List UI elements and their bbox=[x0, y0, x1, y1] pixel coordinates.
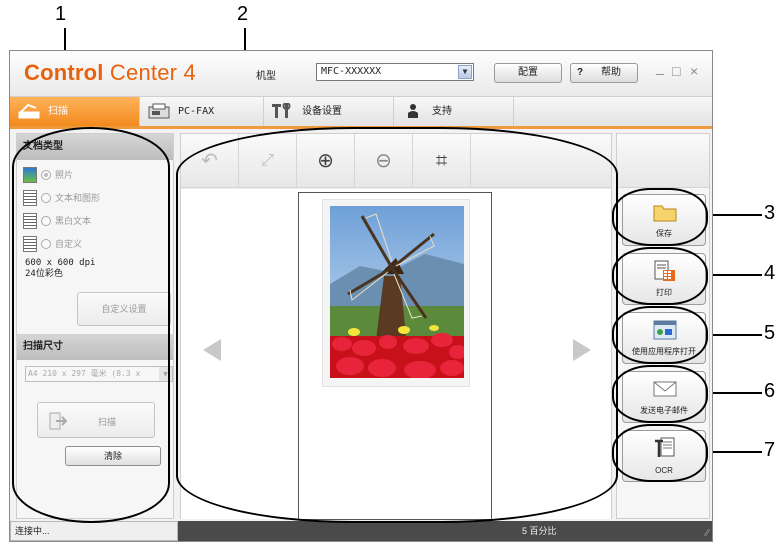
help-icon: ? bbox=[577, 67, 584, 78]
app-logo: Control Center 4 bbox=[24, 60, 196, 86]
tab-device-settings[interactable]: 设备设置 bbox=[264, 97, 394, 126]
highlight-ocr bbox=[612, 424, 708, 482]
callout-line-6 bbox=[706, 392, 762, 394]
tab-pc-fax[interactable]: PC-FAX bbox=[140, 97, 264, 126]
callout-4: 4 bbox=[764, 262, 776, 284]
status-bar: 连接中... 5 百分比 ⁄⁄ bbox=[10, 521, 712, 541]
scan-icon bbox=[18, 103, 40, 119]
tab-scan-label: 扫描 bbox=[48, 106, 68, 117]
callout-7: 7 bbox=[764, 439, 776, 461]
model-select[interactable]: MFC-XXXXXX ▼ bbox=[316, 63, 474, 81]
help-label: 帮助 bbox=[601, 67, 621, 78]
highlight-email bbox=[612, 365, 708, 423]
callout-line-7 bbox=[706, 451, 762, 453]
callout-6: 6 bbox=[764, 380, 776, 402]
tab-bar: 扫描 PC-FAX 设备设置 支持 bbox=[10, 97, 712, 129]
callout-5: 5 bbox=[764, 322, 776, 344]
highlight-left-panel bbox=[12, 127, 170, 523]
support-person-icon bbox=[408, 104, 418, 118]
tab-scan[interactable]: 扫描 bbox=[10, 97, 140, 126]
status-zoom: 5 百分比 bbox=[522, 526, 557, 536]
model-label: 机型 bbox=[256, 71, 276, 82]
tab-device-settings-label: 设备设置 bbox=[302, 106, 342, 117]
callout-line-5 bbox=[706, 334, 762, 336]
model-value: MFC-XXXXXX bbox=[321, 66, 382, 77]
tab-support-label: 支持 bbox=[432, 106, 452, 117]
tools-icon bbox=[272, 103, 291, 118]
config-button[interactable]: 配置 bbox=[494, 63, 562, 83]
logo-bold-text: Control bbox=[24, 60, 104, 85]
minimize-icon[interactable]: _ bbox=[656, 59, 664, 75]
tab-pc-fax-label: PC-FAX bbox=[178, 106, 215, 117]
help-button[interactable]: ? 帮助 bbox=[570, 63, 638, 83]
chevron-down-icon[interactable]: ▼ bbox=[458, 65, 472, 79]
resize-grip-icon[interactable]: ⁄⁄ bbox=[706, 528, 709, 539]
highlight-open-app bbox=[612, 306, 708, 364]
tab-support[interactable]: 支持 bbox=[394, 97, 514, 126]
callout-3: 3 bbox=[764, 202, 776, 224]
status-connecting: 连接中... bbox=[10, 521, 178, 541]
close-icon[interactable]: × bbox=[690, 63, 698, 79]
maximize-icon[interactable]: □ bbox=[672, 63, 680, 79]
highlight-center-panel bbox=[176, 127, 618, 523]
callout-line-3 bbox=[706, 214, 762, 216]
action-panel-header bbox=[617, 134, 709, 188]
logo-thin-text: Center 4 bbox=[109, 60, 196, 85]
callout-1: 1 bbox=[55, 3, 67, 25]
fax-icon bbox=[148, 103, 170, 119]
highlight-save bbox=[612, 188, 708, 246]
highlight-print bbox=[612, 247, 708, 305]
callout-2: 2 bbox=[237, 3, 249, 25]
callout-line-4 bbox=[706, 274, 762, 276]
title-bar: Control Center 4 机型 MFC-XXXXXX ▼ 配置 ? 帮助… bbox=[10, 51, 712, 97]
